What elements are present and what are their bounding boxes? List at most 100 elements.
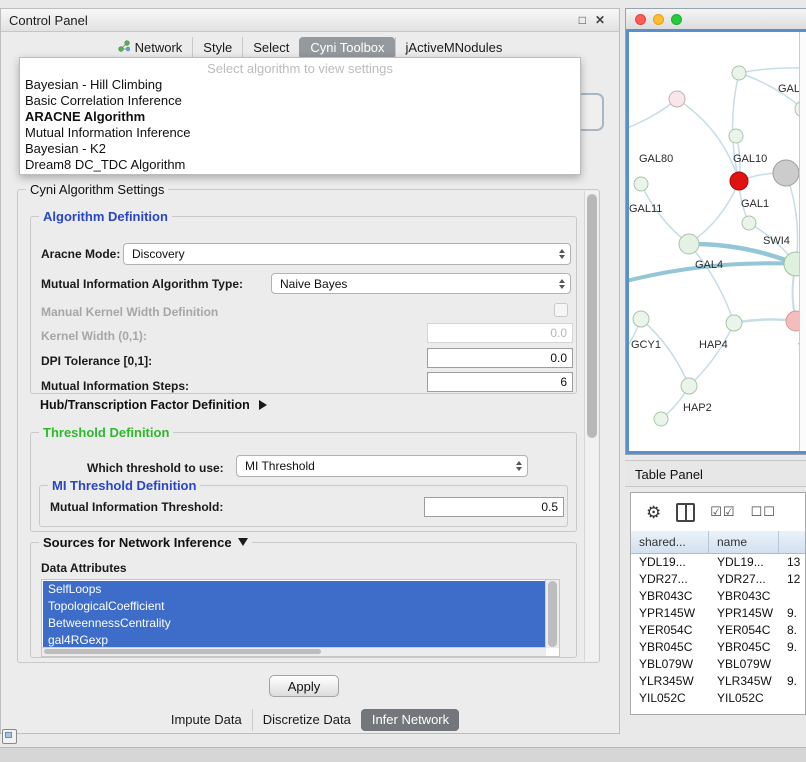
- network-node[interactable]: [729, 129, 743, 143]
- tab-label: Discretize Data: [263, 712, 351, 728]
- tab-cyni-toolbox[interactable]: Cyni Toolbox: [299, 37, 394, 59]
- minimize-traffic-light[interactable]: [653, 14, 664, 25]
- tab-style[interactable]: Style: [192, 37, 242, 59]
- hub-definition-expander[interactable]: Hub/Transcription Factor Definition: [40, 398, 267, 412]
- table-cell: YBR045C: [709, 639, 779, 656]
- manual-kernel-checkbox[interactable]: [554, 303, 568, 317]
- mi-threshold-field[interactable]: [424, 497, 564, 517]
- attribute-item[interactable]: SelfLoops: [43, 581, 545, 598]
- node-label: GAL10: [733, 153, 767, 165]
- network-edge[interactable]: [689, 181, 739, 244]
- attribute-item[interactable]: BetweennessCentrality: [43, 615, 545, 632]
- column-header[interactable]: name: [709, 531, 779, 553]
- combo-arrows-icon: [516, 461, 522, 471]
- mi-steps-field[interactable]: [427, 372, 573, 392]
- column-header[interactable]: shared...: [631, 531, 709, 553]
- network-edge[interactable]: [739, 68, 806, 73]
- attribute-list-vscrollbar[interactable]: [545, 580, 559, 648]
- control-panel-title: Control Panel: [9, 13, 88, 28]
- table-row[interactable]: YBR043CYBR043C: [631, 588, 805, 605]
- table-cell: 8.: [779, 622, 806, 639]
- sources-group-title[interactable]: Sources for Network Inference: [39, 535, 252, 550]
- bottom-tab-impute-data[interactable]: Impute Data: [161, 709, 252, 731]
- column-header[interactable]: [779, 531, 806, 553]
- algorithm-option[interactable]: Basic Correlation Inference: [20, 93, 580, 109]
- algorithm-option[interactable]: Mutual Information Inference: [20, 125, 580, 141]
- table-cell: YBR045C: [631, 639, 709, 656]
- tab-network[interactable]: Network: [108, 37, 193, 59]
- select-all-icon[interactable]: ☑☑: [710, 504, 735, 520]
- table-row[interactable]: YLR345WYLR345W9.: [631, 673, 805, 690]
- network-node[interactable]: [633, 311, 649, 327]
- attribute-item[interactable]: TopologicalCoefficient: [43, 598, 545, 615]
- network-edge[interactable]: [641, 319, 689, 386]
- table-row[interactable]: YPR145WYPR145W9.: [631, 605, 805, 622]
- dpi-tolerance-field[interactable]: [427, 348, 573, 368]
- network-node[interactable]: [679, 234, 699, 254]
- settings-scrollbar[interactable]: [584, 191, 598, 661]
- mi-type-select[interactable]: Naive Bayes: [271, 273, 571, 294]
- aracne-mode-select[interactable]: Discovery: [123, 243, 571, 265]
- tab-select[interactable]: Select: [242, 37, 299, 59]
- attribute-list-hscrollbar[interactable]: [42, 647, 546, 656]
- deselect-all-icon[interactable]: ☐☐: [751, 504, 776, 520]
- kernel-width-field[interactable]: [427, 323, 573, 343]
- table-row[interactable]: YIL052CYIL052C: [631, 690, 805, 707]
- table-cell: YLR345W: [631, 673, 709, 690]
- bottom-tab-infer-network[interactable]: Infer Network: [361, 709, 459, 731]
- network-node[interactable]: [742, 216, 756, 230]
- scroll-thumb[interactable]: [587, 194, 597, 438]
- node-label: HAP4: [699, 339, 728, 351]
- table-row[interactable]: YBL079WYBL079W: [631, 656, 805, 673]
- network-node[interactable]: [654, 412, 668, 426]
- which-threshold-value: MI Threshold: [245, 459, 315, 473]
- network-node[interactable]: [681, 378, 697, 394]
- tab-label: Cyni Toolbox: [310, 40, 384, 56]
- close-window-icon[interactable]: ✕: [595, 14, 605, 26]
- network-canvas[interactable]: GALGAL80GAL10GAL11GAL1SWI4GAL4GCY1HAP4HA…: [626, 29, 806, 454]
- which-threshold-select[interactable]: MI Threshold: [236, 455, 528, 477]
- columns-icon[interactable]: [676, 503, 695, 522]
- algorithm-option[interactable]: Dream8 DC_TDC Algorithm: [20, 157, 580, 173]
- table-row[interactable]: YDR27...YDR27...12: [631, 571, 805, 588]
- table-panel-titlebar: Table Panel: [625, 460, 806, 487]
- scroll-thumb[interactable]: [548, 581, 557, 647]
- node-label: SWI4: [763, 235, 790, 247]
- aracne-mode-value: Discovery: [132, 247, 185, 261]
- table-row[interactable]: YER054CYER054C8.: [631, 622, 805, 639]
- zoom-traffic-light[interactable]: [671, 14, 682, 25]
- gear-icon[interactable]: ⚙: [646, 504, 661, 521]
- network-node[interactable]: [634, 177, 648, 191]
- network-node[interactable]: [730, 172, 748, 190]
- bottom-tab-bar: Impute Data Discretize Data Infer Network: [1, 709, 619, 731]
- tab-jactivemnodules[interactable]: jActiveMNodules: [395, 37, 513, 59]
- bottom-tab-discretize-data[interactable]: Discretize Data: [252, 709, 361, 731]
- network-edge[interactable]: [629, 99, 677, 132]
- node-label: GAL80: [639, 153, 673, 165]
- network-node[interactable]: [726, 315, 742, 331]
- network-node[interactable]: [669, 91, 685, 107]
- network-vscrollbar[interactable]: [799, 32, 806, 451]
- mi-threshold-group-title: MI Threshold Definition: [48, 478, 200, 493]
- table-row[interactable]: YBR045CYBR045C9.: [631, 639, 805, 656]
- network-edge[interactable]: [689, 244, 734, 323]
- scroll-thumb[interactable]: [44, 649, 321, 654]
- mi-threshold-label: Mutual Information Threshold:: [50, 500, 223, 514]
- network-edge[interactable]: [786, 173, 798, 264]
- threshold-definition-group: Threshold Definition Which threshold to …: [30, 432, 577, 532]
- algorithm-option[interactable]: ARACNE Algorithm: [20, 109, 580, 125]
- float-window-icon[interactable]: □: [579, 14, 586, 26]
- algorithm-option[interactable]: Bayesian - K2: [20, 141, 580, 157]
- algorithm-option[interactable]: Bayesian - Hill Climbing: [20, 77, 580, 93]
- sources-title-text: Sources for Network Inference: [43, 535, 232, 550]
- table-cell: 9.: [779, 673, 806, 690]
- network-node[interactable]: [732, 66, 746, 80]
- apply-button[interactable]: Apply: [269, 675, 339, 697]
- network-node[interactable]: [773, 160, 799, 186]
- table-panel-window: ⚙ ☑☑ ☐☐ shared...name YDL19...YDL19...13…: [630, 492, 806, 715]
- close-traffic-light[interactable]: [635, 14, 646, 25]
- minimized-panel-icon[interactable]: [2, 729, 17, 744]
- network-edge[interactable]: [689, 323, 734, 386]
- table-row[interactable]: YDL19...YDL19...13: [631, 554, 805, 571]
- dpi-tolerance-label: DPI Tolerance [0,1]:: [41, 354, 152, 368]
